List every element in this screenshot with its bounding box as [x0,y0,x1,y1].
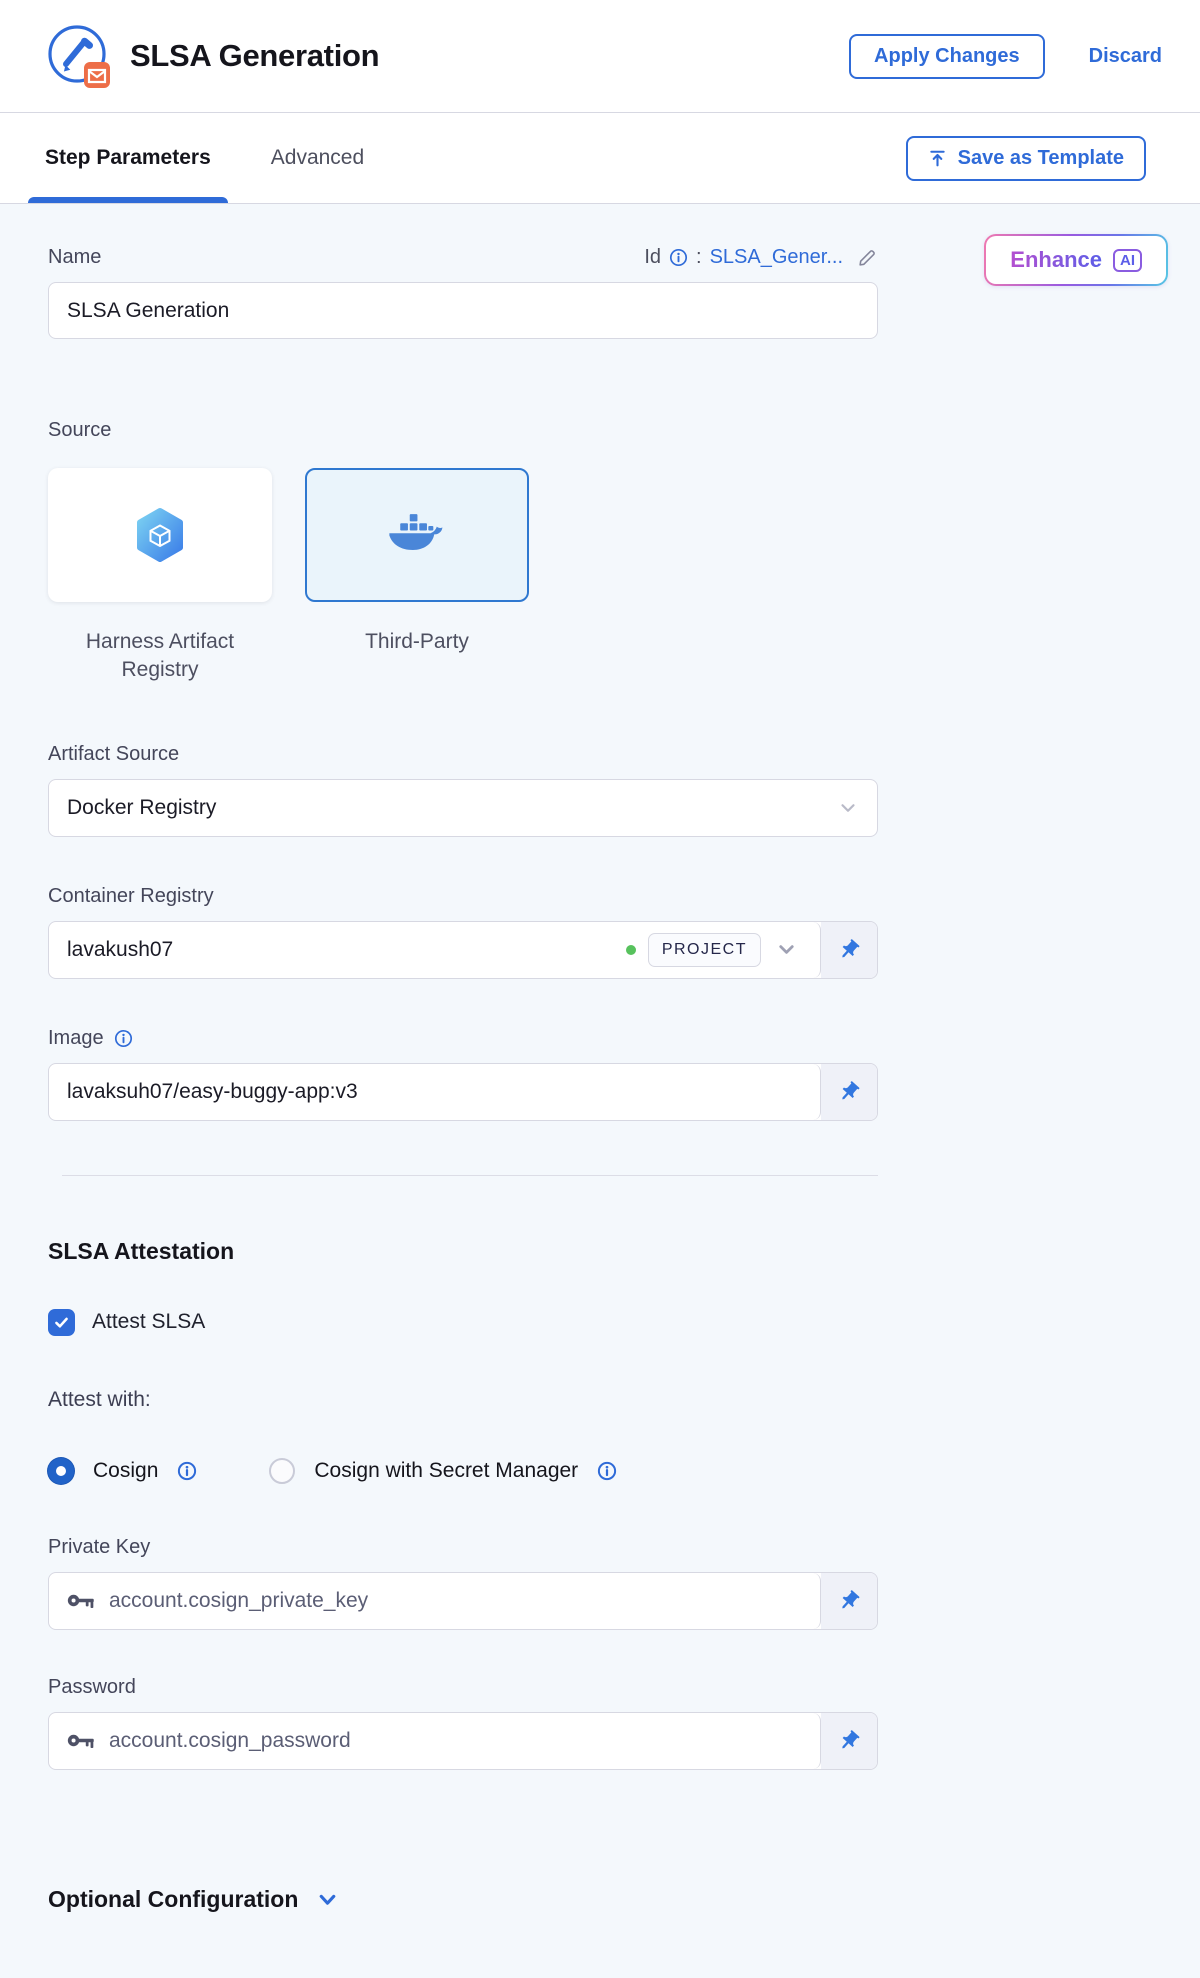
image-label: Image [48,1027,104,1050]
id-info-icon[interactable] [669,248,688,267]
name-input[interactable] [48,282,878,339]
tab-step-parameters[interactable]: Step Parameters [28,113,228,203]
enhance-ai-button[interactable]: Enhance AI [984,234,1168,286]
save-as-template-label: Save as Template [958,147,1124,170]
source-cards [48,468,878,602]
key-icon [67,1592,95,1609]
edit-id-pencil-icon[interactable] [857,247,878,268]
private-key-input[interactable]: account.cosign_private_key [49,1573,821,1629]
attest-slsa-label: Attest SLSA [92,1310,205,1334]
container-registry-label: Container Registry [48,885,878,908]
radio-secret-manager-label: Cosign with Secret Manager [314,1459,578,1483]
password-label: Password [48,1676,878,1699]
container-registry-field: lavakush07 PROJECT [48,921,878,979]
connector-status-dot [626,945,636,955]
name-label: Name [48,246,101,269]
radio-cosign[interactable] [48,1458,74,1484]
source-card-third-party[interactable] [305,468,529,602]
slsa-step-icon [44,18,116,94]
slsa-attestation-heading: SLSA Attestation [48,1238,878,1265]
ai-badge: AI [1113,249,1142,272]
image-value: lavaksuh07/easy-buggy-app:v3 [67,1080,804,1104]
tab-advanced[interactable]: Advanced [254,113,381,203]
container-registry-value: lavakush07 [67,938,626,962]
tab-advanced-label: Advanced [271,146,364,170]
source-option-label: Third-Party [305,628,529,685]
private-key-field: account.cosign_private_key [48,1572,878,1630]
source-card-harness-artifact-registry[interactable] [48,468,272,602]
attest-with-label: Attest with: [48,1388,878,1412]
page-title: SLSA Generation [130,38,379,74]
enhance-label: Enhance [1010,247,1102,273]
source-label: Source [48,419,878,442]
password-value: account.cosign_password [109,1729,804,1753]
attest-slsa-checkbox-row[interactable]: Attest SLSA [48,1309,878,1336]
attest-slsa-checkbox[interactable] [48,1309,75,1336]
chevron-down-icon [316,1888,339,1911]
section-divider [62,1175,878,1176]
tab-step-parameters-label: Step Parameters [45,146,211,170]
scope-badge[interactable]: PROJECT [648,933,761,967]
optional-configuration-toggle[interactable]: Optional Configuration [48,1886,878,1913]
radio-cosign-with-secret-manager[interactable] [269,1458,295,1484]
radio-cosign-label: Cosign [93,1459,158,1483]
image-field: lavaksuh07/easy-buggy-app:v3 [48,1063,878,1121]
pin-icon[interactable] [821,1573,877,1629]
step-id-value: SLSA_Gener... [710,246,843,269]
chevron-down-icon[interactable] [775,938,798,961]
save-as-template-button[interactable]: Save as Template [906,136,1146,181]
password-field: account.cosign_password [48,1712,878,1770]
id-separator: : [696,246,702,269]
tab-bar: Step Parameters Advanced Save as Templat… [0,113,1200,204]
image-input[interactable]: lavaksuh07/easy-buggy-app:v3 [49,1064,821,1120]
step-parameters-panel: Enhance AI Name Id : SLSA_Gener... Sourc… [0,204,1200,1978]
secret-manager-info-icon[interactable] [597,1461,617,1481]
id-label: Id [644,246,661,269]
apply-changes-button[interactable]: Apply Changes [849,34,1045,79]
cosign-info-icon[interactable] [177,1461,197,1481]
id-cluster: Id : SLSA_Gener... [644,246,878,269]
artifact-source-select[interactable]: Docker Registry [48,779,878,837]
image-info-icon[interactable] [114,1029,133,1048]
artifact-registry-cube-icon [132,507,188,563]
private-key-value: account.cosign_private_key [109,1589,804,1613]
private-key-label: Private Key [48,1536,878,1559]
discard-button[interactable]: Discard [1089,45,1162,68]
container-registry-input[interactable]: lavakush07 PROJECT [49,922,821,978]
artifact-source-label: Artifact Source [48,743,878,766]
docker-whale-icon [388,514,446,556]
panel-header: SLSA Generation Apply Changes Discard [0,0,1200,113]
attest-with-radio-group: Cosign Cosign with Secret Manager [48,1458,878,1484]
pin-icon[interactable] [821,1064,877,1120]
upload-icon [928,149,947,168]
pin-icon[interactable] [821,922,877,978]
pin-icon[interactable] [821,1713,877,1769]
password-input[interactable]: account.cosign_password [49,1713,821,1769]
chevron-down-icon [837,797,859,819]
artifact-source-value: Docker Registry [67,796,837,820]
source-option-label: Harness Artifact Registry [48,628,272,685]
optional-configuration-label: Optional Configuration [48,1886,298,1913]
tabbar-spacer [381,113,905,203]
key-icon [67,1732,95,1749]
